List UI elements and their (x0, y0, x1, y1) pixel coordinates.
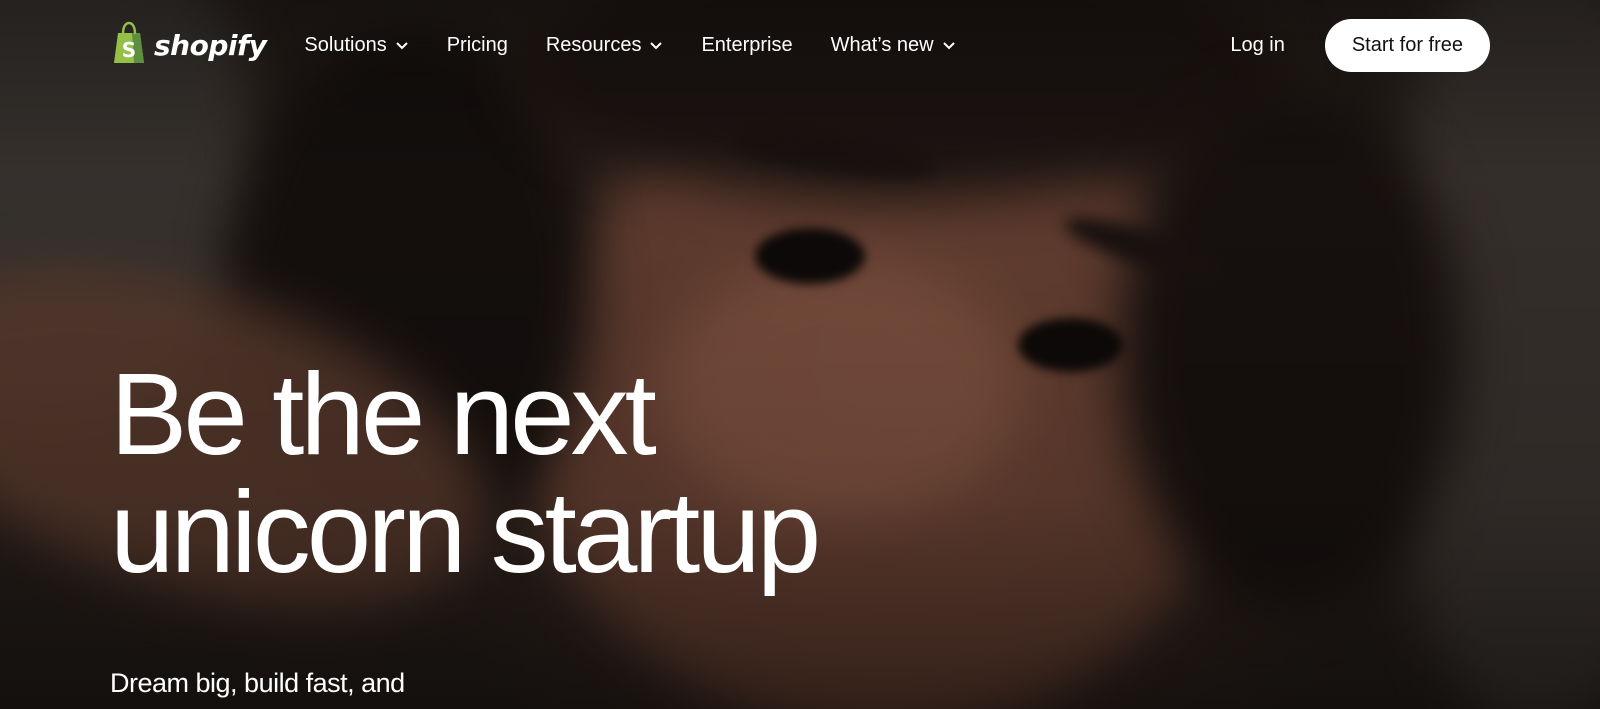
nav-item-resources[interactable]: Resources (546, 34, 664, 57)
nav-item-solutions[interactable]: Solutions (304, 34, 408, 57)
chevron-down-icon (942, 42, 955, 50)
logo-wordmark: shopify (154, 28, 267, 62)
nav-item-enterprise[interactable]: Enterprise (701, 34, 792, 57)
nav-item-whats-new[interactable]: What’s new (831, 34, 956, 57)
hero-section: S shopify Solutions Pricing Resources En… (0, 0, 1600, 709)
shopify-logo[interactable]: S shopify (110, 21, 267, 70)
hero-subtext: Dream big, build fast, and (110, 668, 405, 698)
nav-actions: Log in Start for free (1230, 18, 1490, 72)
nav-item-label: What’s new (830, 33, 934, 56)
nav-item-pricing[interactable]: Pricing (447, 34, 508, 57)
chevron-down-icon (650, 42, 663, 50)
svg-text:S: S (122, 38, 136, 62)
top-navigation: S shopify Solutions Pricing Resources En… (0, 0, 1600, 90)
chevron-down-icon (395, 42, 408, 50)
login-link[interactable]: Log in (1230, 34, 1285, 57)
nav-item-label: Solutions (304, 33, 387, 56)
nav-item-label: Enterprise (701, 33, 793, 56)
headline-line-2: unicorn startup (110, 467, 821, 597)
nav-menu: Solutions Pricing Resources Enterprise W… (304, 34, 955, 57)
headline-line-1: Be the next (110, 349, 657, 479)
nav-item-label: Resources (545, 33, 642, 56)
nav-item-label: Pricing (446, 33, 508, 56)
start-for-free-button[interactable]: Start for free (1324, 18, 1490, 72)
hero-headline: Be the next unicorn startup (110, 355, 821, 591)
shopping-bag-icon: S (110, 21, 148, 70)
